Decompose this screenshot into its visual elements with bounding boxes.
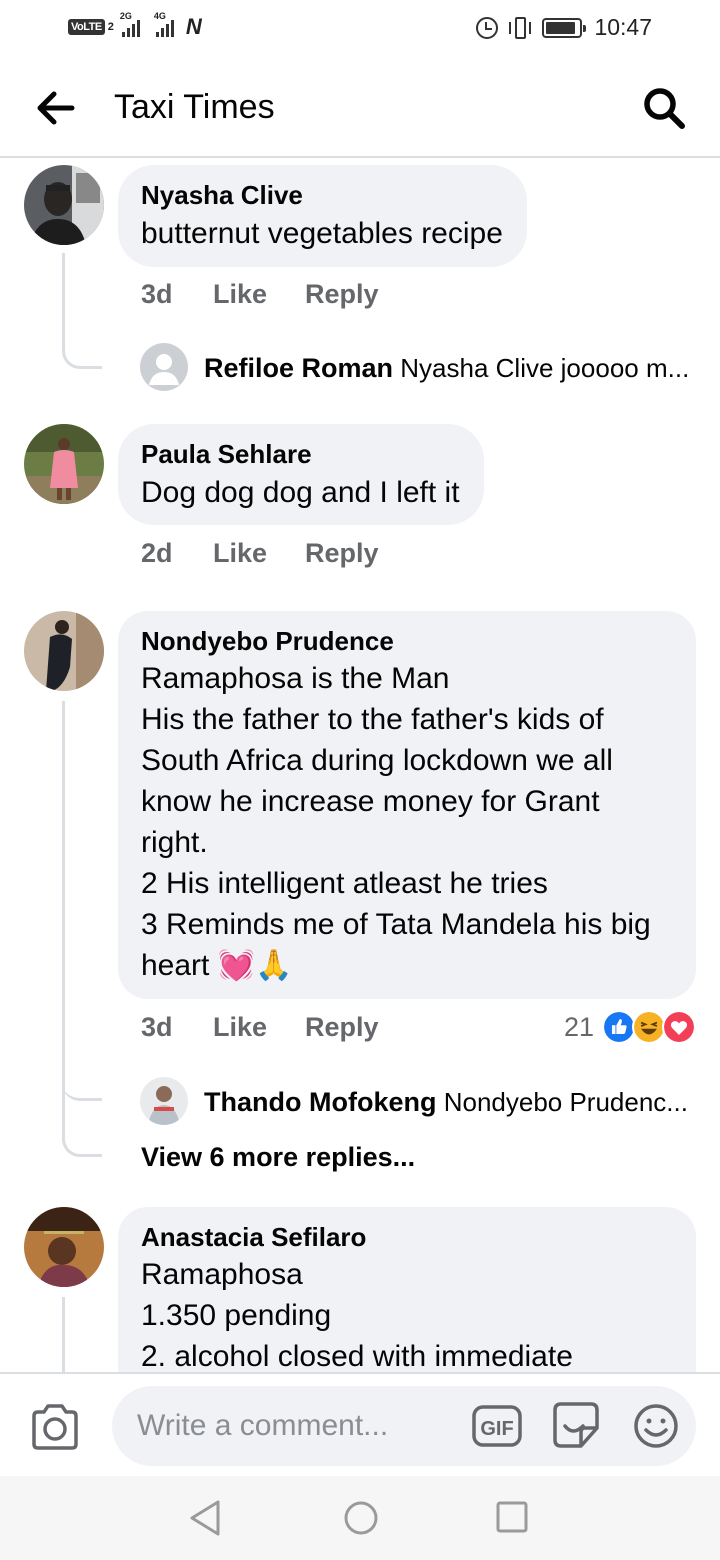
battery-icon — [542, 17, 587, 38]
comment-author[interactable]: Nondyebo Prudence — [141, 625, 672, 657]
thread-line — [62, 1090, 102, 1157]
comment-actions: 2d Like Reply — [141, 538, 379, 569]
reply-preview[interactable]: Thando Mofokeng Nondyebo Prudenc... — [204, 1087, 694, 1118]
avatar[interactable] — [24, 165, 104, 245]
comment-text: butternut vegetables recipe — [141, 217, 503, 250]
thread-line — [62, 940, 102, 1101]
comment-actions: 3d Like Reply — [141, 279, 379, 310]
status-right: 10:47 — [476, 14, 652, 41]
comment-bubble[interactable]: Anastacia Sefilaro Ramaphosa 1.350 pendi… — [118, 1207, 696, 1372]
reply-button[interactable]: Reply — [305, 538, 379, 569]
emoji-icon[interactable] — [632, 1402, 680, 1450]
thread-line — [62, 1297, 65, 1372]
nav-recents-icon[interactable] — [496, 1501, 528, 1533]
status-bar: VoLTE 2 2G 4G N 10:47 — [0, 0, 720, 56]
nav-home-icon[interactable] — [343, 1500, 379, 1536]
network-type-2: 4G — [153, 11, 166, 21]
camera-icon[interactable] — [30, 1404, 80, 1450]
comment-text: Dog dog dog and I left it — [141, 476, 460, 509]
avatar[interactable] — [24, 1207, 104, 1287]
haha-reaction-icon — [632, 1010, 666, 1044]
avatar[interactable] — [24, 611, 104, 691]
reply-preview[interactable]: Refiloe Roman Nyasha Clive jooooo m... — [204, 353, 694, 384]
view-more-replies-link[interactable]: View 6 more replies... — [141, 1142, 415, 1173]
comment-text: Ramaphosa is the Man His the father to t… — [141, 662, 651, 982]
reply-avatar[interactable] — [140, 1077, 188, 1125]
comment-bubble[interactable]: Nondyebo Prudence Ramaphosa is the Man H… — [118, 611, 696, 999]
comment-author[interactable]: Paula Sehlare — [141, 438, 460, 470]
comment-bubble[interactable]: Paula Sehlare Dog dog dog and I left it — [118, 424, 484, 525]
comment-input[interactable] — [112, 1386, 696, 1466]
system-nav-bar — [0, 1476, 720, 1560]
app-header: Taxi Times — [0, 56, 720, 158]
status-left: VoLTE 2 2G 4G N — [68, 11, 202, 40]
reply-avatar[interactable] — [140, 343, 188, 391]
comment-age: 3d — [141, 1012, 173, 1042]
thread-line — [62, 253, 102, 369]
comment-age: 2d — [141, 538, 173, 568]
reaction-count: 21 — [563, 1011, 594, 1042]
arrow-left-icon[interactable] — [34, 88, 76, 128]
comment-author[interactable]: Anastacia Sefilaro — [141, 1221, 672, 1253]
nav-back-icon[interactable] — [188, 1498, 224, 1538]
reply-author: Refiloe Roman — [204, 353, 394, 383]
volte-badge: VoLTE — [68, 19, 105, 35]
network-type-1: 2G — [119, 11, 132, 21]
page-title: Taxi Times — [114, 88, 275, 126]
like-button[interactable]: Like — [213, 279, 305, 310]
reply-author: Thando Mofokeng — [204, 1087, 437, 1117]
signal-icon: 2G — [120, 11, 140, 37]
love-reaction-icon — [662, 1010, 696, 1044]
comment-text: Ramaphosa 1.350 pending 2. alcohol close… — [141, 1258, 573, 1372]
clock: 10:47 — [594, 14, 652, 40]
like-button[interactable]: Like — [213, 1012, 305, 1043]
comment-bubble[interactable]: Nyasha Clive butternut vegetables recipe — [118, 165, 527, 267]
reply-text: Nondyebo Prudenc... — [443, 1087, 688, 1117]
search-icon[interactable] — [640, 84, 688, 132]
nfc-icon: N — [185, 14, 202, 39]
reply-button[interactable]: Reply — [305, 1012, 379, 1043]
sticker-icon[interactable] — [551, 1400, 601, 1450]
like-button[interactable]: Like — [213, 538, 305, 569]
sim-slot-label: 2 — [107, 21, 114, 33]
like-reaction-icon — [602, 1010, 636, 1044]
gif-label: GIF — [480, 1418, 513, 1440]
comment-age: 3d — [141, 279, 173, 309]
comment-composer: GIF — [0, 1372, 720, 1476]
reply-text: Nyasha Clive jooooo m... — [400, 353, 690, 383]
alarm-icon — [476, 16, 499, 39]
comment-actions: 3d Like Reply — [141, 1012, 379, 1043]
avatar[interactable] — [24, 424, 104, 504]
comment-author[interactable]: Nyasha Clive — [141, 179, 503, 211]
comments-list[interactable]: Nyasha Clive butternut vegetables recipe… — [0, 160, 720, 1372]
reply-button[interactable]: Reply — [305, 279, 379, 310]
gif-icon[interactable]: GIF — [472, 1404, 522, 1448]
signal-icon: 4G — [154, 11, 174, 37]
reaction-summary[interactable]: 21 — [564, 1010, 696, 1044]
vibrate-icon — [508, 16, 532, 39]
